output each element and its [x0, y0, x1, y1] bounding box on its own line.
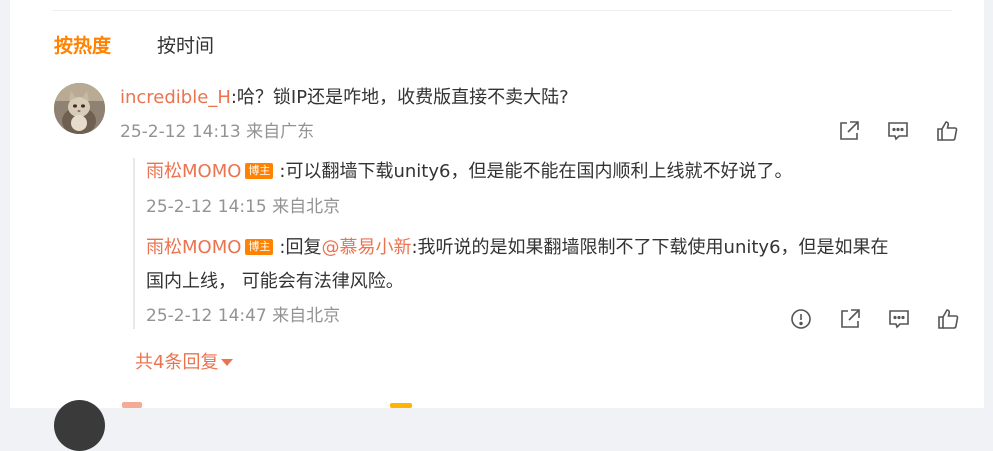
- like-icon[interactable]: [935, 306, 961, 332]
- reply-time: 25-2-12 14:47: [146, 306, 267, 326]
- comment-text: :哈？锁IP还是咋地，收费版直接不卖大陆?: [230, 87, 569, 108]
- reply-item: 雨松MOMO 博主 :可以翻墙下载unity6，但是能不能在国内顺利上线就不好说了。…: [146, 158, 966, 220]
- main-comment: incredible_H:哈？锁IP还是咋地，收费版直接不卖大陆? 25-2-1…: [120, 84, 960, 145]
- blogger-badge: 博主: [245, 239, 274, 255]
- reply-actions: [788, 306, 961, 332]
- comment-icon[interactable]: [886, 306, 912, 332]
- reply-time: 25-2-12 14:15: [146, 197, 267, 217]
- reply-location: 来自北京: [272, 306, 341, 326]
- reply-prefix: :回复: [279, 237, 322, 258]
- reply-location: 来自北京: [272, 197, 341, 217]
- avatar[interactable]: [54, 83, 105, 134]
- divider: [52, 10, 952, 11]
- comment-username[interactable]: incredible_H: [120, 87, 231, 108]
- reply-meta: 25-2-12 14:15 来自北京: [146, 194, 966, 220]
- more-replies-label: 共4条回复: [135, 352, 219, 373]
- share-icon[interactable]: [837, 306, 863, 332]
- reply-text: :可以翻墙下载unity6，但是能不能在国内顺利上线就不好说了。: [279, 161, 793, 182]
- comment-username-partial: [122, 402, 142, 408]
- more-replies-link[interactable]: 共4条回复: [135, 349, 234, 377]
- reply-text: :我听说的是如果翻墙限制不了下载使用unity6，但是如果在: [411, 237, 889, 258]
- reply-username[interactable]: 雨松MOMO: [146, 161, 241, 182]
- share-icon[interactable]: [836, 118, 862, 144]
- reply-line-continued: 国内上线， 可能会有法律风险。: [146, 271, 404, 292]
- tab-by-time[interactable]: 按时间: [157, 32, 214, 60]
- tab-by-hot[interactable]: 按热度: [54, 32, 111, 60]
- comment-location: 来自广东: [246, 122, 315, 142]
- reply-username[interactable]: 雨松MOMO: [146, 237, 241, 258]
- badge-partial: [390, 403, 412, 408]
- reply-line: 雨松MOMO 博主 :回复@慕易小新:我听说的是如果翻墙限制不了下载使用unity6…: [146, 234, 966, 262]
- caret-down-icon: [221, 359, 234, 366]
- like-icon[interactable]: [934, 118, 960, 144]
- report-icon[interactable]: [788, 306, 814, 332]
- scrollbar-track[interactable]: [985, 0, 993, 408]
- comment-time: 25-2-12 14:13: [120, 122, 241, 142]
- blogger-badge: 博主: [245, 163, 274, 179]
- sort-tabs: 按热度 按时间: [54, 32, 214, 60]
- comment-line: incredible_H:哈？锁IP还是咋地，收费版直接不卖大陆?: [120, 84, 960, 112]
- mention-link[interactable]: @慕易小新: [321, 237, 411, 258]
- comment-meta: 25-2-12 14:13 来自广东: [120, 119, 960, 145]
- reply-line: 雨松MOMO 博主 :可以翻墙下载unity6，但是能不能在国内顺利上线就不好说了。: [146, 158, 966, 186]
- comment-actions: [836, 118, 960, 144]
- comment-icon[interactable]: [885, 118, 911, 144]
- comment-card: 按热度 按时间 incredible_H:哈？锁IP还是咋地，收费版直接不卖大陆…: [10, 0, 984, 451]
- reply-list: 雨松MOMO 博主:可以翻墙下载unity6，但是能不能在国内顺利上线就不好说了。…: [133, 158, 966, 329]
